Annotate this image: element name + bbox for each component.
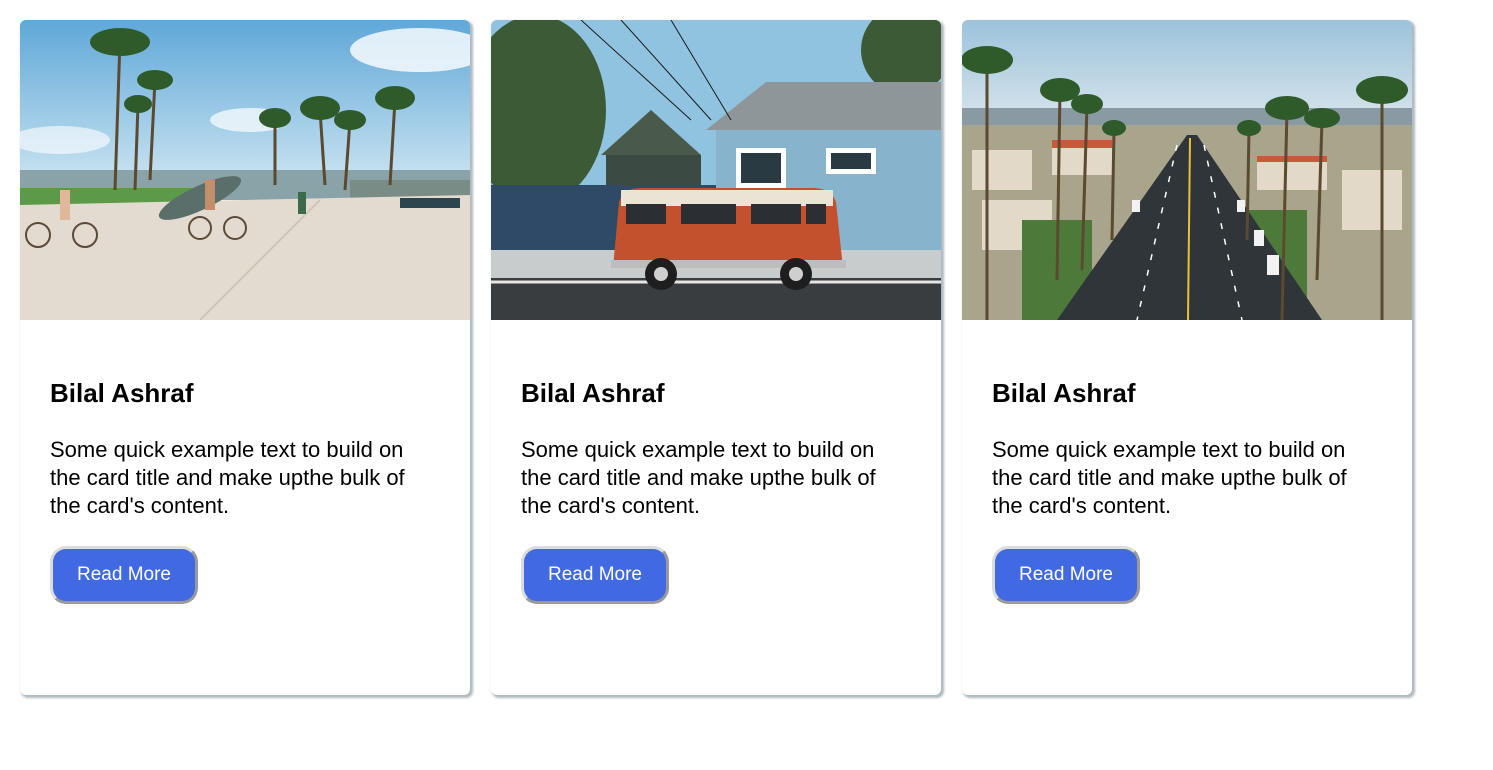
read-more-button[interactable]: Read More — [992, 546, 1140, 604]
card: Bilal Ashraf Some quick example text to … — [962, 20, 1412, 695]
card-list: Bilal Ashraf Some quick example text to … — [20, 20, 1412, 695]
card-text: Some quick example text to build on the … — [992, 437, 1347, 518]
card-title: Bilal Ashraf — [521, 378, 665, 408]
card-image-palm-street-aerial — [962, 20, 1412, 320]
card-body: Bilal Ashraf Some quick example text to … — [491, 320, 941, 604]
card-body: Bilal Ashraf Some quick example text to … — [962, 320, 1412, 604]
read-more-button[interactable]: Read More — [50, 546, 198, 604]
card-title: Bilal Ashraf — [992, 378, 1136, 408]
card: Bilal Ashraf Some quick example text to … — [491, 20, 941, 695]
card-text: Some quick example text to build on the … — [521, 437, 876, 518]
card-image-red-van-house — [491, 20, 941, 320]
read-more-button[interactable]: Read More — [521, 546, 669, 604]
card-image-beach-boardwalk — [20, 20, 470, 320]
card-body: Bilal Ashraf Some quick example text to … — [20, 320, 470, 604]
card: Bilal Ashraf Some quick example text to … — [20, 20, 470, 695]
card-text: Some quick example text to build on the … — [50, 437, 405, 518]
card-title: Bilal Ashraf — [50, 378, 194, 408]
